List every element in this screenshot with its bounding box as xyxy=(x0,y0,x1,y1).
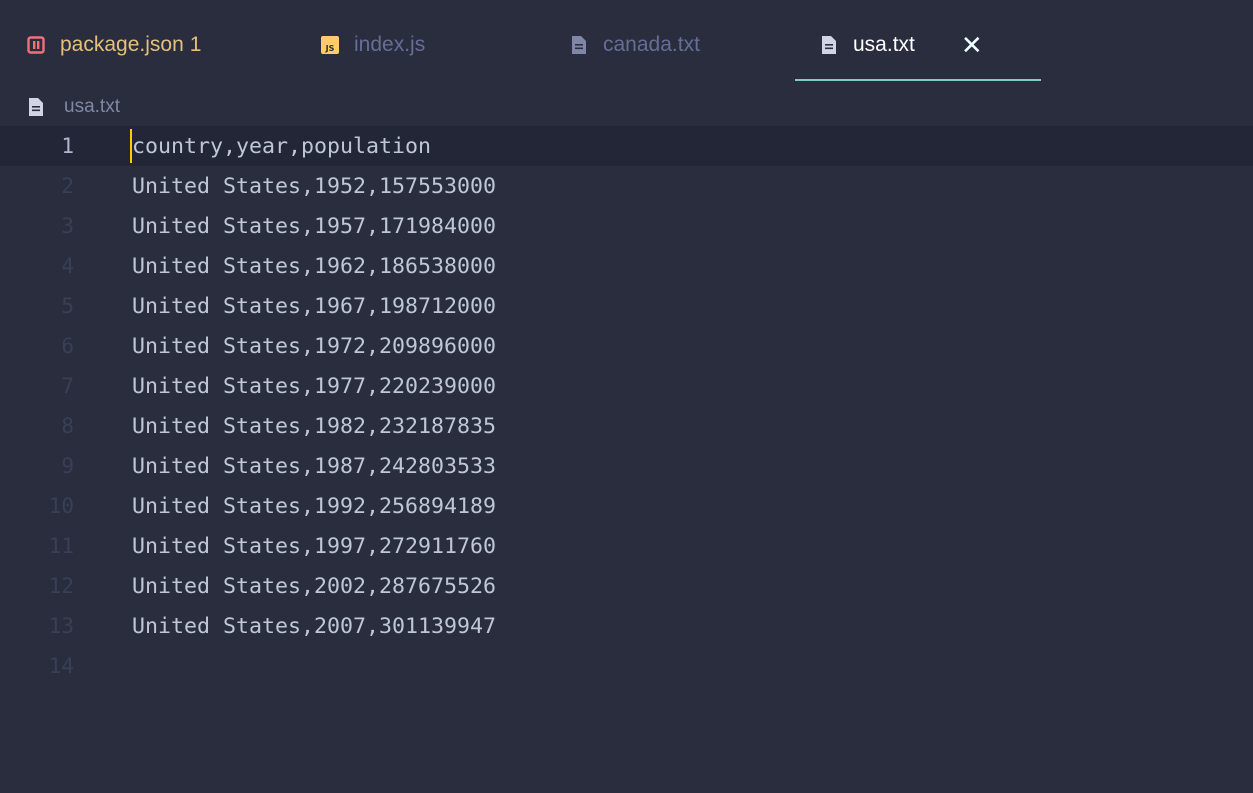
code-text: country,year,population xyxy=(132,133,432,159)
line-number: 11 xyxy=(48,534,74,558)
line-number: 3 xyxy=(61,214,74,238)
code-line[interactable]: 5 United States,1967,198712000 xyxy=(0,286,1253,326)
code-text: United States,1967,198712000 xyxy=(132,293,497,319)
code-editor[interactable]: 1 country,year,population 2 United States,1… xyxy=(0,126,1253,686)
tab-canada-txt[interactable]: canada.txt xyxy=(569,0,700,90)
json-file-icon xyxy=(26,35,46,55)
code-text: United States,1977,220239000 xyxy=(132,373,497,399)
line-number: 9 xyxy=(61,454,74,478)
code-line[interactable]: 10 United States,1992,256894189 xyxy=(0,486,1253,526)
line-number: 10 xyxy=(48,494,74,518)
tab-index-js[interactable]: JS index.js xyxy=(320,0,425,90)
code-line[interactable]: 3 United States,1957,171984000 xyxy=(0,206,1253,246)
code-text: United States,1982,232187835 xyxy=(132,413,497,439)
tab-package-json[interactable]: package.json 1 xyxy=(26,0,201,90)
code-text: United States,2007,301139947 xyxy=(132,613,497,639)
line-number: 7 xyxy=(61,374,74,398)
breadcrumb-item-file[interactable]: usa.txt xyxy=(64,96,120,118)
text-file-icon xyxy=(569,35,589,55)
line-number: 13 xyxy=(48,614,74,638)
code-text: United States,1997,272911760 xyxy=(132,533,497,559)
code-line[interactable]: 7 United States,1977,220239000 xyxy=(0,366,1253,406)
code-line[interactable]: 4 United States,1962,186538000 xyxy=(0,246,1253,286)
close-icon[interactable]: ✕ xyxy=(961,32,983,58)
text-file-icon xyxy=(819,35,839,55)
tab-usa-txt[interactable]: usa.txt ✕ xyxy=(795,0,1041,90)
tab-label: canada.txt xyxy=(603,33,700,56)
svg-text:JS: JS xyxy=(325,44,335,53)
tab-label: index.js xyxy=(354,33,426,56)
code-text: United States,1957,171984000 xyxy=(132,213,497,239)
line-number: 14 xyxy=(48,654,74,678)
code-line[interactable]: 9 United States,1987,242803533 xyxy=(0,446,1253,486)
line-number: 4 xyxy=(61,254,74,278)
code-text: United States,1972,209896000 xyxy=(132,333,497,359)
code-text: United States,1987,242803533 xyxy=(132,453,497,479)
line-number: 5 xyxy=(61,294,74,318)
breadcrumb: usa.txt xyxy=(28,90,120,124)
tab-bar: package.json 1 JS index.js canada.txt us… xyxy=(0,0,1253,90)
line-number: 1 xyxy=(61,134,74,158)
code-text: United States,2002,287675526 xyxy=(132,573,497,599)
line-number: 12 xyxy=(48,574,74,598)
code-text: United States,1952,157553000 xyxy=(132,173,497,199)
tab-label: usa.txt xyxy=(853,33,915,56)
text-file-icon xyxy=(28,97,46,117)
code-line[interactable]: 8 United States,1982,232187835 xyxy=(0,406,1253,446)
code-line[interactable]: 6 United States,1972,209896000 xyxy=(0,326,1253,366)
code-text: United States,1962,186538000 xyxy=(132,253,497,279)
problem-count-badge: 1 xyxy=(189,33,202,56)
code-line[interactable]: 14 xyxy=(0,646,1253,686)
code-line[interactable]: 2 United States,1952,157553000 xyxy=(0,166,1253,206)
code-line[interactable]: 11 United States,1997,272911760 xyxy=(0,526,1253,566)
text-cursor xyxy=(130,129,132,163)
code-text: United States,1992,256894189 xyxy=(132,493,497,519)
code-line[interactable]: 13 United States,2007,301139947 xyxy=(0,606,1253,646)
line-number: 8 xyxy=(61,414,74,438)
line-number: 2 xyxy=(61,174,74,198)
tab-label: package.json xyxy=(60,33,184,56)
line-number: 6 xyxy=(61,334,74,358)
code-line[interactable]: 1 country,year,population xyxy=(0,126,1253,166)
code-line[interactable]: 12 United States,2002,287675526 xyxy=(0,566,1253,606)
js-file-icon: JS xyxy=(320,35,340,55)
